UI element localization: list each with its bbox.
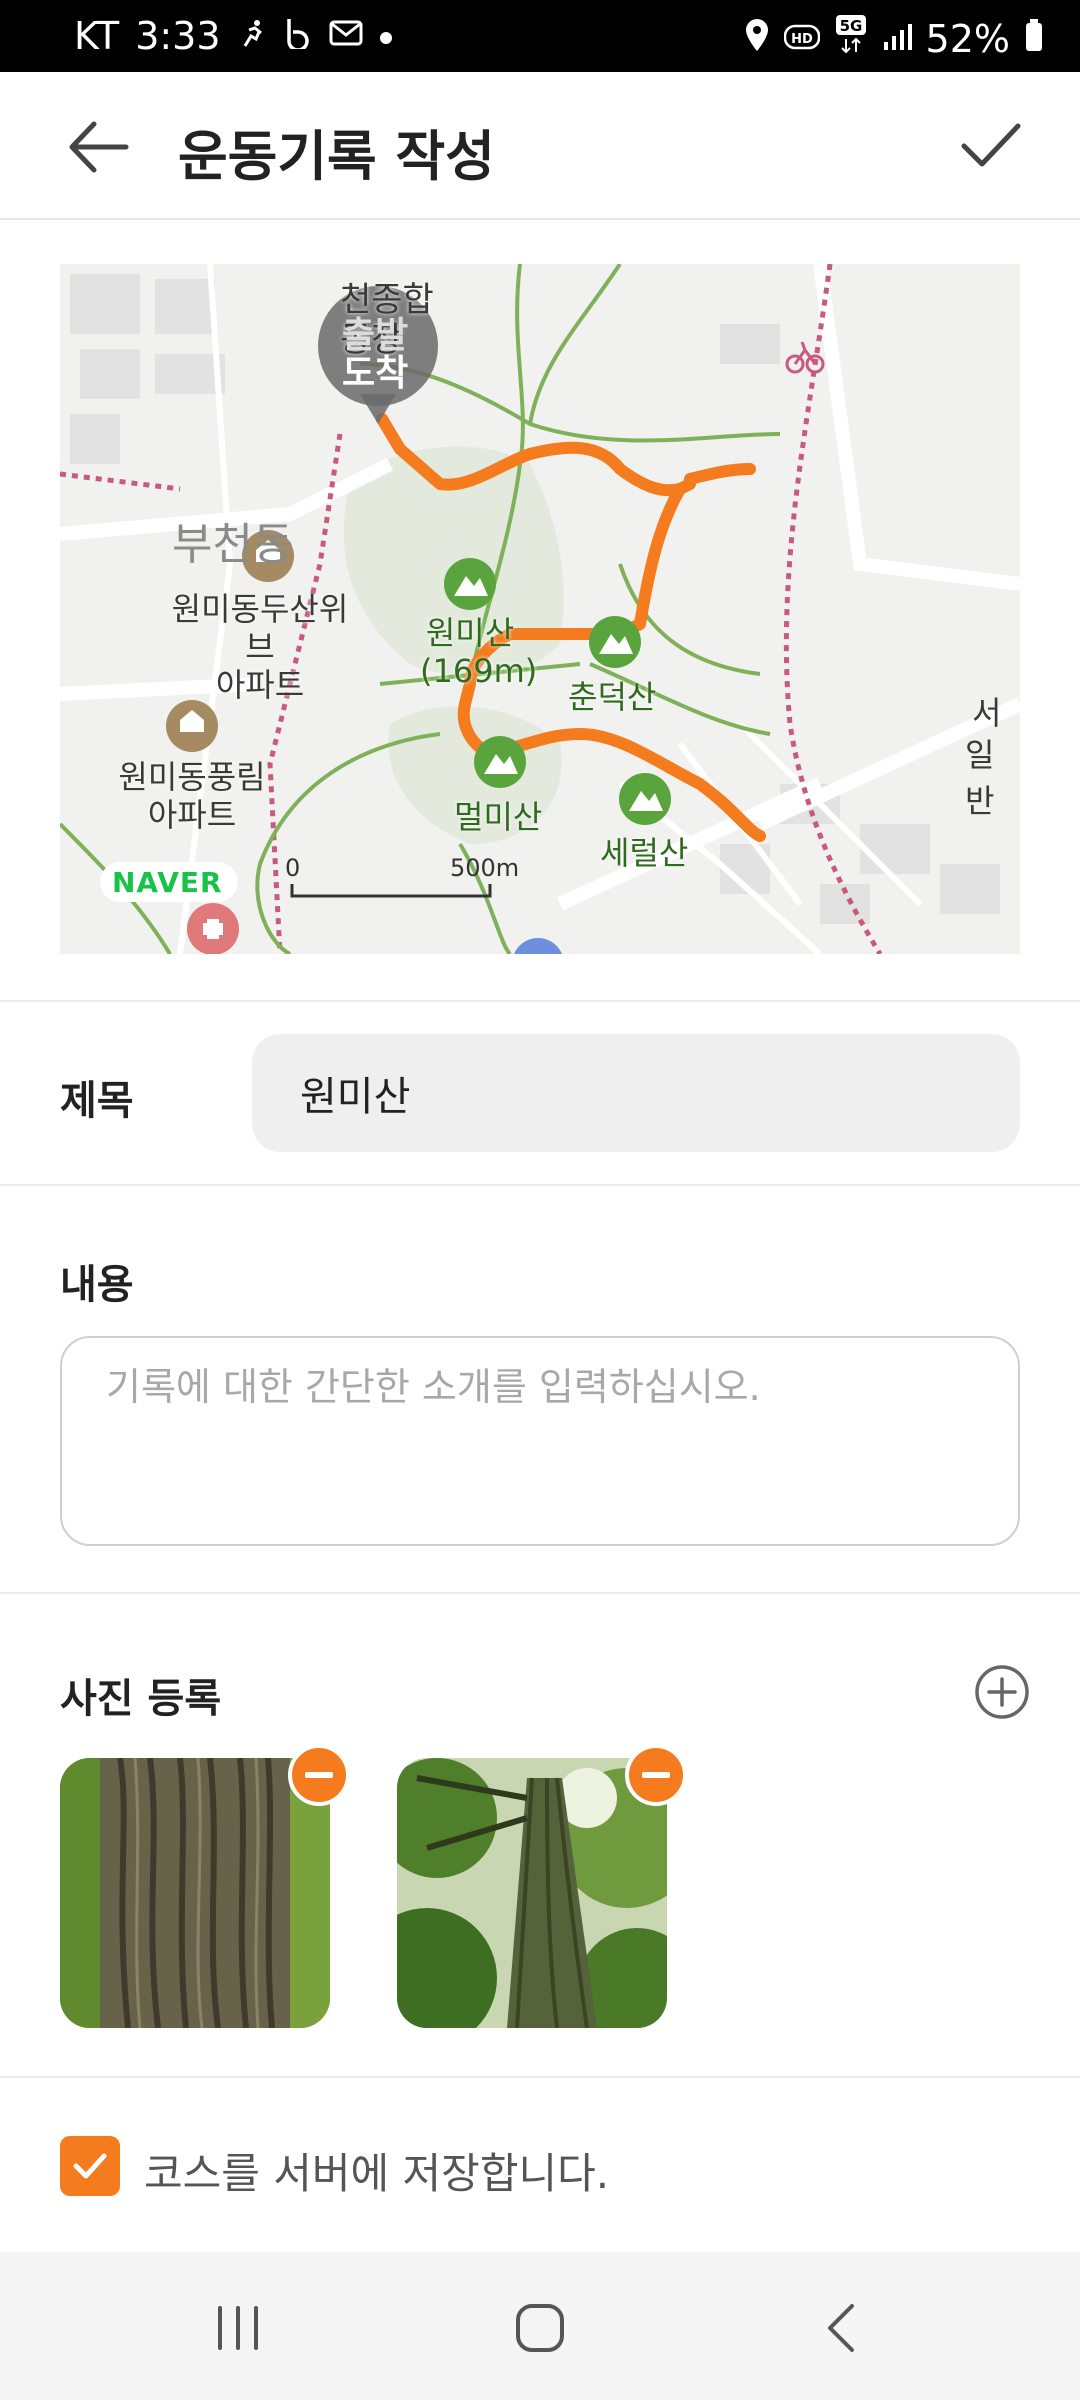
map-label-wonmi-height: (169m) (420, 652, 538, 690)
system-back-button[interactable] (802, 2296, 882, 2360)
divider (0, 1592, 1080, 1594)
dot-icon (379, 21, 393, 51)
check-icon (961, 123, 1021, 167)
clock: 3:33 (135, 14, 221, 58)
app-bar: 운동기록 작성 (0, 72, 1080, 220)
checkmark-icon (73, 2153, 107, 2179)
b-app-icon (283, 17, 313, 55)
mountain-icon-meolmi (474, 736, 526, 788)
map-label-apt1-line1: 원미동두산위브 (171, 590, 349, 666)
map-label-apt2-line1: 원미동풍림 (118, 758, 266, 796)
recent-apps-icon (218, 2306, 258, 2350)
back-button[interactable] (60, 112, 140, 182)
route-map[interactable]: 천종합 동장 출발 도착 부천동 원미동두산위브 아파트 원미동풍림 아파트 원… (60, 264, 1020, 954)
map-label-wonmi-name: 원미산 (425, 614, 515, 652)
remove-photo-1-button[interactable] (288, 1744, 350, 1806)
map-label-apt1-line2: 아파트 (215, 666, 305, 704)
arrow-left-icon (69, 121, 129, 173)
photo-section-label: 사진 등록 (60, 1676, 222, 1722)
svg-text:5G: 5G (839, 17, 862, 35)
mail-icon (329, 20, 363, 52)
chevron-left-icon (828, 2304, 854, 2352)
system-navigation-bar (0, 2252, 1080, 2400)
tree-bark-photo-2 (397, 1758, 667, 2028)
content-placeholder: 기록에 대한 간단한 소개를 입력하십시오. (106, 1365, 761, 1409)
content-textarea[interactable]: 기록에 대한 간단한 소개를 입력하십시오. (60, 1336, 1020, 1546)
add-photo-button[interactable] (974, 1664, 1030, 1720)
map-label-end: 도착 (342, 353, 409, 394)
carrier-label: KT (74, 14, 120, 58)
run-icon (237, 18, 267, 54)
mountain-icon-wonmi (444, 558, 496, 610)
divider (0, 2076, 1080, 2078)
map-label-apt1: 원미동두산위브 아파트 (160, 590, 360, 704)
hospital-icon (187, 903, 239, 954)
hd-icon: HD (783, 17, 820, 61)
title-input[interactable]: 원미산 (252, 1034, 1020, 1152)
confirm-button[interactable] (950, 110, 1030, 180)
photo-thumbnail-2[interactable] (397, 1758, 667, 2028)
tree-bark-photo-1 (60, 1758, 330, 2028)
page-title: 운동기록 작성 (178, 125, 495, 188)
location-icon (744, 17, 770, 61)
5g-icon: 5G (834, 14, 868, 63)
map-label-apt2-line2: 아파트 (147, 796, 237, 834)
home-button[interactable] (500, 2296, 580, 2360)
apartment-icon-2 (166, 700, 218, 752)
save-course-checkbox[interactable] (60, 2136, 120, 2196)
title-input-value: 원미산 (300, 1074, 411, 1120)
mountain-icon-sereol (619, 773, 671, 825)
map-label-seo: 서 (972, 694, 1002, 732)
divider (0, 1000, 1080, 1002)
map-label-bucheon: 부천동 (172, 519, 294, 570)
map-label-apt2: 원미동풍림 아파트 (112, 758, 272, 834)
photo-thumbnail-1[interactable] (60, 1758, 330, 2028)
map-label-meolmi: 멀미산 (454, 798, 543, 836)
map-label-wonmi: 원미산 (169m) (420, 614, 538, 690)
recent-apps-button[interactable] (198, 2296, 278, 2360)
home-icon (516, 2304, 564, 2352)
map-label-sereol: 세럴산 (600, 834, 689, 872)
svg-text:HD: HD (791, 32, 813, 47)
signal-icon (882, 17, 912, 61)
save-course-label: 코스를 서버에 저장합니다. (144, 2149, 610, 2198)
battery-level: 52% (925, 16, 1010, 61)
remove-photo-2-button[interactable] (625, 1744, 687, 1806)
map-label-chundeok: 춘덕산 (568, 678, 657, 716)
battery-icon (1024, 17, 1044, 61)
scale-zero-label: 0 (285, 854, 301, 882)
content-label: 내용 (60, 1262, 134, 1308)
plus-circle-icon (975, 1665, 1029, 1719)
divider (0, 1184, 1080, 1186)
map-label-ilban: 일반 (965, 736, 995, 820)
status-bar: KT 3:33 HD 5G 52% (0, 0, 1080, 72)
mountain-icon-chundeok (589, 616, 641, 668)
naver-logo: NAVER (112, 866, 223, 899)
scale-max-label: 500m (450, 854, 520, 882)
title-label: 제목 (60, 1078, 134, 1124)
